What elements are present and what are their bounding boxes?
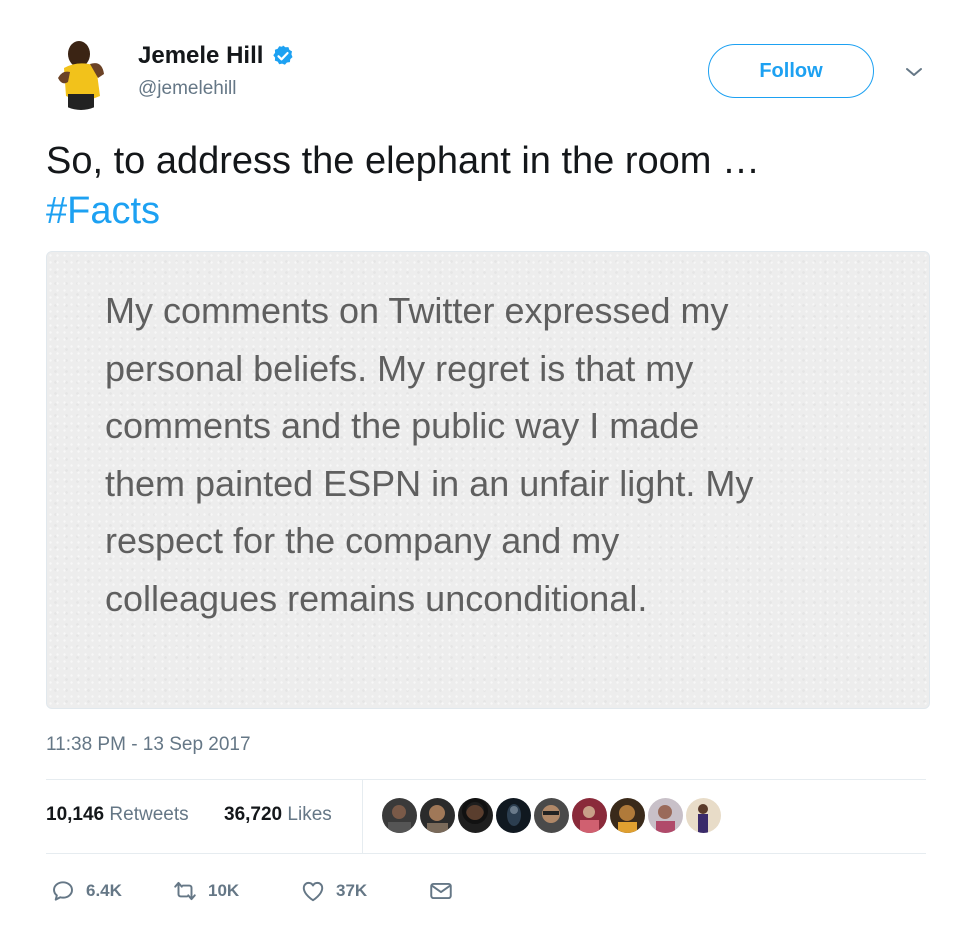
reply-button[interactable]: 6.4K (50, 878, 122, 904)
like-button[interactable]: 37K (300, 878, 367, 904)
statement-line: My comments on Twitter expressed my (105, 290, 729, 331)
author-name[interactable]: Jemele Hill (138, 42, 263, 70)
likes-count: 36,720 (224, 804, 283, 825)
envelope-icon (430, 882, 452, 900)
liker-avatars (382, 798, 721, 833)
statement-line: colleagues remains unconditional. (105, 577, 648, 619)
hashtag-link[interactable]: #Facts (46, 186, 926, 236)
like-count: 37K (336, 881, 368, 900)
tweet-header: Jemele Hill @jemelehill Follow (0, 0, 980, 120)
name-row: Jemele Hill (138, 42, 295, 70)
liker-avatar[interactable] (420, 798, 455, 833)
retweet-icon (174, 881, 196, 901)
direct-message-button[interactable] (428, 878, 454, 904)
liker-avatar[interactable] (534, 798, 569, 833)
chevron-down-icon[interactable] (902, 60, 926, 84)
retweets-stat[interactable]: 10,146 Retweets (46, 804, 189, 826)
statement-line: comments and the public way I made (105, 405, 700, 446)
liker-avatar[interactable] (382, 798, 417, 833)
statement-line: personal beliefs. My regret is that my (105, 347, 694, 389)
reply-count: 6.4K (86, 881, 122, 900)
tweet-actions: 6.4K 10K 37K (46, 872, 926, 912)
avatar[interactable] (46, 34, 116, 110)
liker-avatar[interactable] (572, 798, 607, 833)
tweet-body: So, to address the elephant in the room … (46, 140, 760, 182)
reply-icon (53, 881, 73, 901)
statement-line: them painted ESPN in an unfair light. My (105, 462, 754, 504)
tweet-text: So, to address the elephant in the room … (46, 136, 926, 236)
statement-text: My comments on Twitter expressed my pers… (105, 282, 885, 627)
stats-separator (362, 780, 363, 853)
likes-label: Likes (287, 804, 332, 825)
divider (46, 853, 926, 854)
author-handle[interactable]: @jemelehill (138, 78, 237, 100)
liker-avatar[interactable] (496, 798, 531, 833)
liker-avatar[interactable] (648, 798, 683, 833)
liker-avatar[interactable] (686, 798, 721, 833)
liker-avatar[interactable] (458, 798, 493, 833)
retweets-label: Retweets (109, 804, 189, 825)
follow-button[interactable]: Follow (708, 44, 874, 98)
liker-avatar[interactable] (610, 798, 645, 833)
verified-badge-icon (271, 44, 295, 68)
tweet-stats: 10,146 Retweets 36,720 Likes (46, 780, 926, 853)
statement-line: respect for the company and my (105, 520, 620, 561)
heart-icon (302, 881, 324, 902)
tweet-image[interactable]: My comments on Twitter expressed my pers… (46, 251, 930, 709)
retweets-count: 10,146 (46, 804, 105, 825)
tweet-timestamp[interactable]: 11:38 PM - 13 Sep 2017 (46, 734, 251, 756)
likes-stat[interactable]: 36,720 Likes (224, 804, 332, 826)
retweet-button[interactable]: 10K (172, 878, 239, 904)
retweet-count: 10K (208, 881, 240, 900)
